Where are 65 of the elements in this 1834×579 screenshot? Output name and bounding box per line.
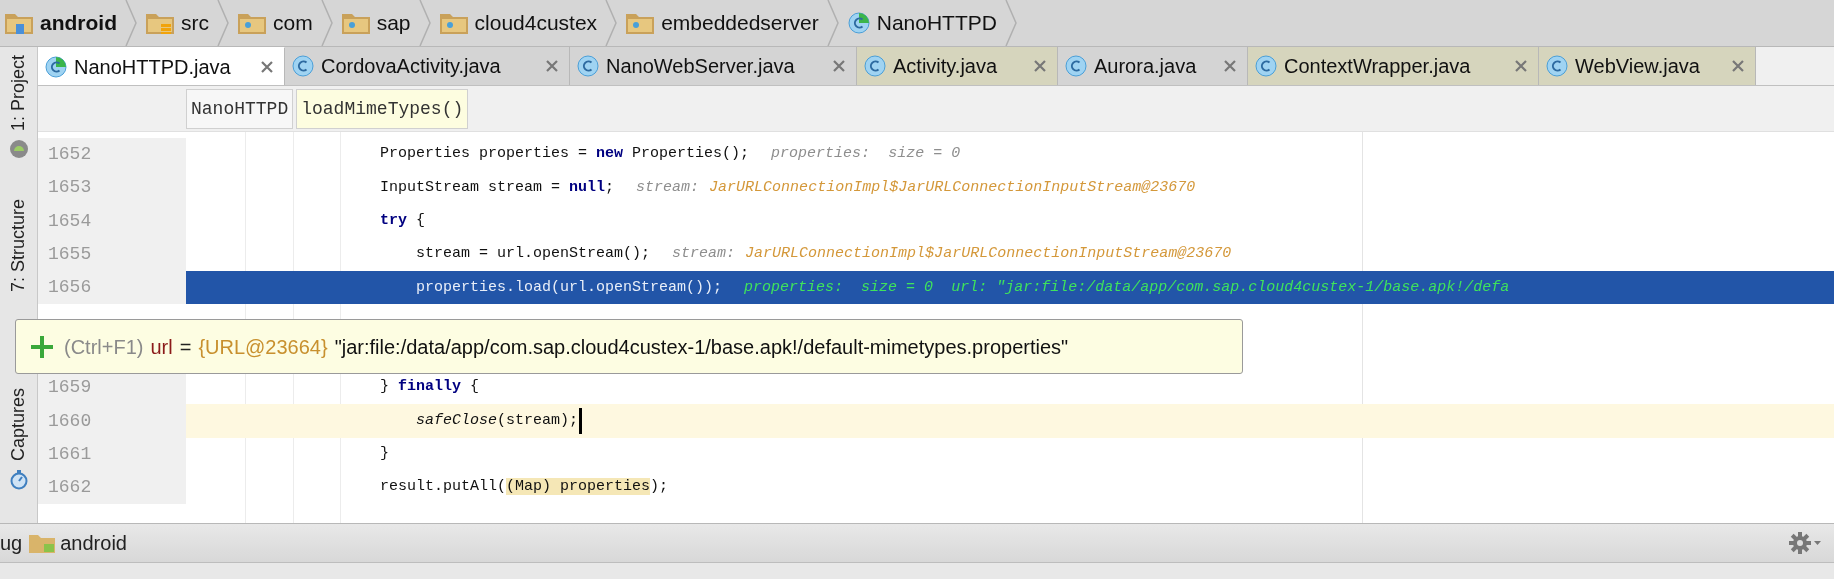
line-number: 1662 [48, 476, 92, 500]
breadcrumb-item[interactable]: android [40, 7, 117, 39]
line-number: 1659 [48, 376, 92, 400]
inline-debug-value: stream: JarURLConnectionImpl$JarURLConnectionInputStream@23670 [672, 244, 1232, 265]
code-line: Properties properties = new Properties(); [379, 144, 750, 165]
breadcrumb-item[interactable]: cloud4custex [474, 7, 598, 39]
line-number: 1654 [48, 209, 92, 233]
android-icon [8, 139, 29, 160]
navigation-item[interactable]: loadMimeTypes() [296, 89, 469, 129]
tool-window-button[interactable]: Captures [5, 388, 32, 462]
line-number: 1653 [48, 176, 92, 200]
inline-debug-value: properties: size = 0 [771, 144, 961, 165]
editor-tab[interactable]: Aurora.java [1058, 47, 1248, 85]
inline-debug-value: properties: size = 0 url: "jar:file:/data/app/com.sap.cloud4custex-1/base.apk!/defa [744, 277, 1510, 298]
close-icon[interactable] [1033, 59, 1047, 73]
editor-tab[interactable]: CordovaActivity.java [285, 47, 570, 85]
close-icon[interactable] [832, 59, 846, 73]
inline-debug-value: stream: JarURLConnectionImpl$JarURLConnectionInputStream@23670 [636, 177, 1196, 198]
code-line: result.putAll((Map) properties); [379, 477, 669, 498]
editor-tab[interactable]: NanoWebServer.java [570, 47, 857, 85]
class-icon [44, 54, 68, 79]
class-icon [846, 11, 871, 35]
close-icon[interactable] [260, 59, 274, 74]
editor-tab[interactable]: WebView.java [1539, 47, 1756, 85]
class-icon [1254, 54, 1278, 78]
breadcrumb-item[interactable]: src [181, 7, 209, 39]
folder-icon [28, 532, 57, 554]
tool-window-button[interactable]: 1: Project [5, 55, 32, 132]
line-number: 1660 [48, 409, 92, 433]
class-icon [1064, 54, 1088, 78]
code-line: properties.load(url.openStream()); [415, 277, 723, 298]
line-number: 1655 [48, 243, 92, 267]
class-icon [1545, 54, 1569, 78]
code-line: stream = url.openStream(); [415, 244, 651, 265]
text-cursor [579, 408, 583, 434]
breadcrumb-item[interactable]: NanoHTTPD [876, 7, 997, 39]
stopwatch-icon [8, 469, 29, 491]
tool-window-button[interactable]: 7: Structure [5, 199, 32, 293]
navigation-item[interactable]: NanoHTTPD [186, 89, 294, 129]
line-number: 1661 [48, 442, 92, 466]
class-icon [576, 54, 600, 78]
code-line: } [379, 444, 390, 465]
editor-tab[interactable]: ContextWrapper.java [1248, 47, 1539, 85]
editor-tab[interactable]: NanoHTTPD.java [38, 47, 285, 85]
line-number: 1652 [48, 143, 92, 167]
code-line: safeClose(stream); [415, 410, 579, 431]
line-number: 1656 [48, 276, 92, 300]
code-line: try { [379, 211, 426, 231]
close-icon[interactable] [1223, 59, 1237, 73]
breadcrumb-item[interactable]: embeddedserver [661, 7, 819, 39]
settings-icon[interactable] [1788, 531, 1822, 555]
code-line: } finally { [379, 377, 480, 398]
breadcrumb-item[interactable]: sap [376, 7, 411, 39]
class-icon [291, 54, 315, 78]
tool-window-tab[interactable]: ug [0, 528, 23, 558]
close-icon[interactable] [1514, 59, 1528, 73]
close-icon[interactable] [1731, 59, 1745, 73]
expand-icon[interactable] [30, 334, 54, 359]
breadcrumb-item[interactable]: com [273, 7, 313, 39]
close-icon[interactable] [545, 59, 559, 73]
debug-value-text: (Ctrl+F1) url = {URL@23664} "jar:file:/data/app/com.sap.cloud4custex-1/base.apk!/default-mimetypes.properties" [64, 334, 1069, 360]
project-name: android [60, 531, 127, 556]
editor-tab[interactable]: Activity.java [857, 47, 1058, 85]
code-line: InputStream stream = null; [379, 177, 615, 198]
class-icon [863, 54, 887, 78]
